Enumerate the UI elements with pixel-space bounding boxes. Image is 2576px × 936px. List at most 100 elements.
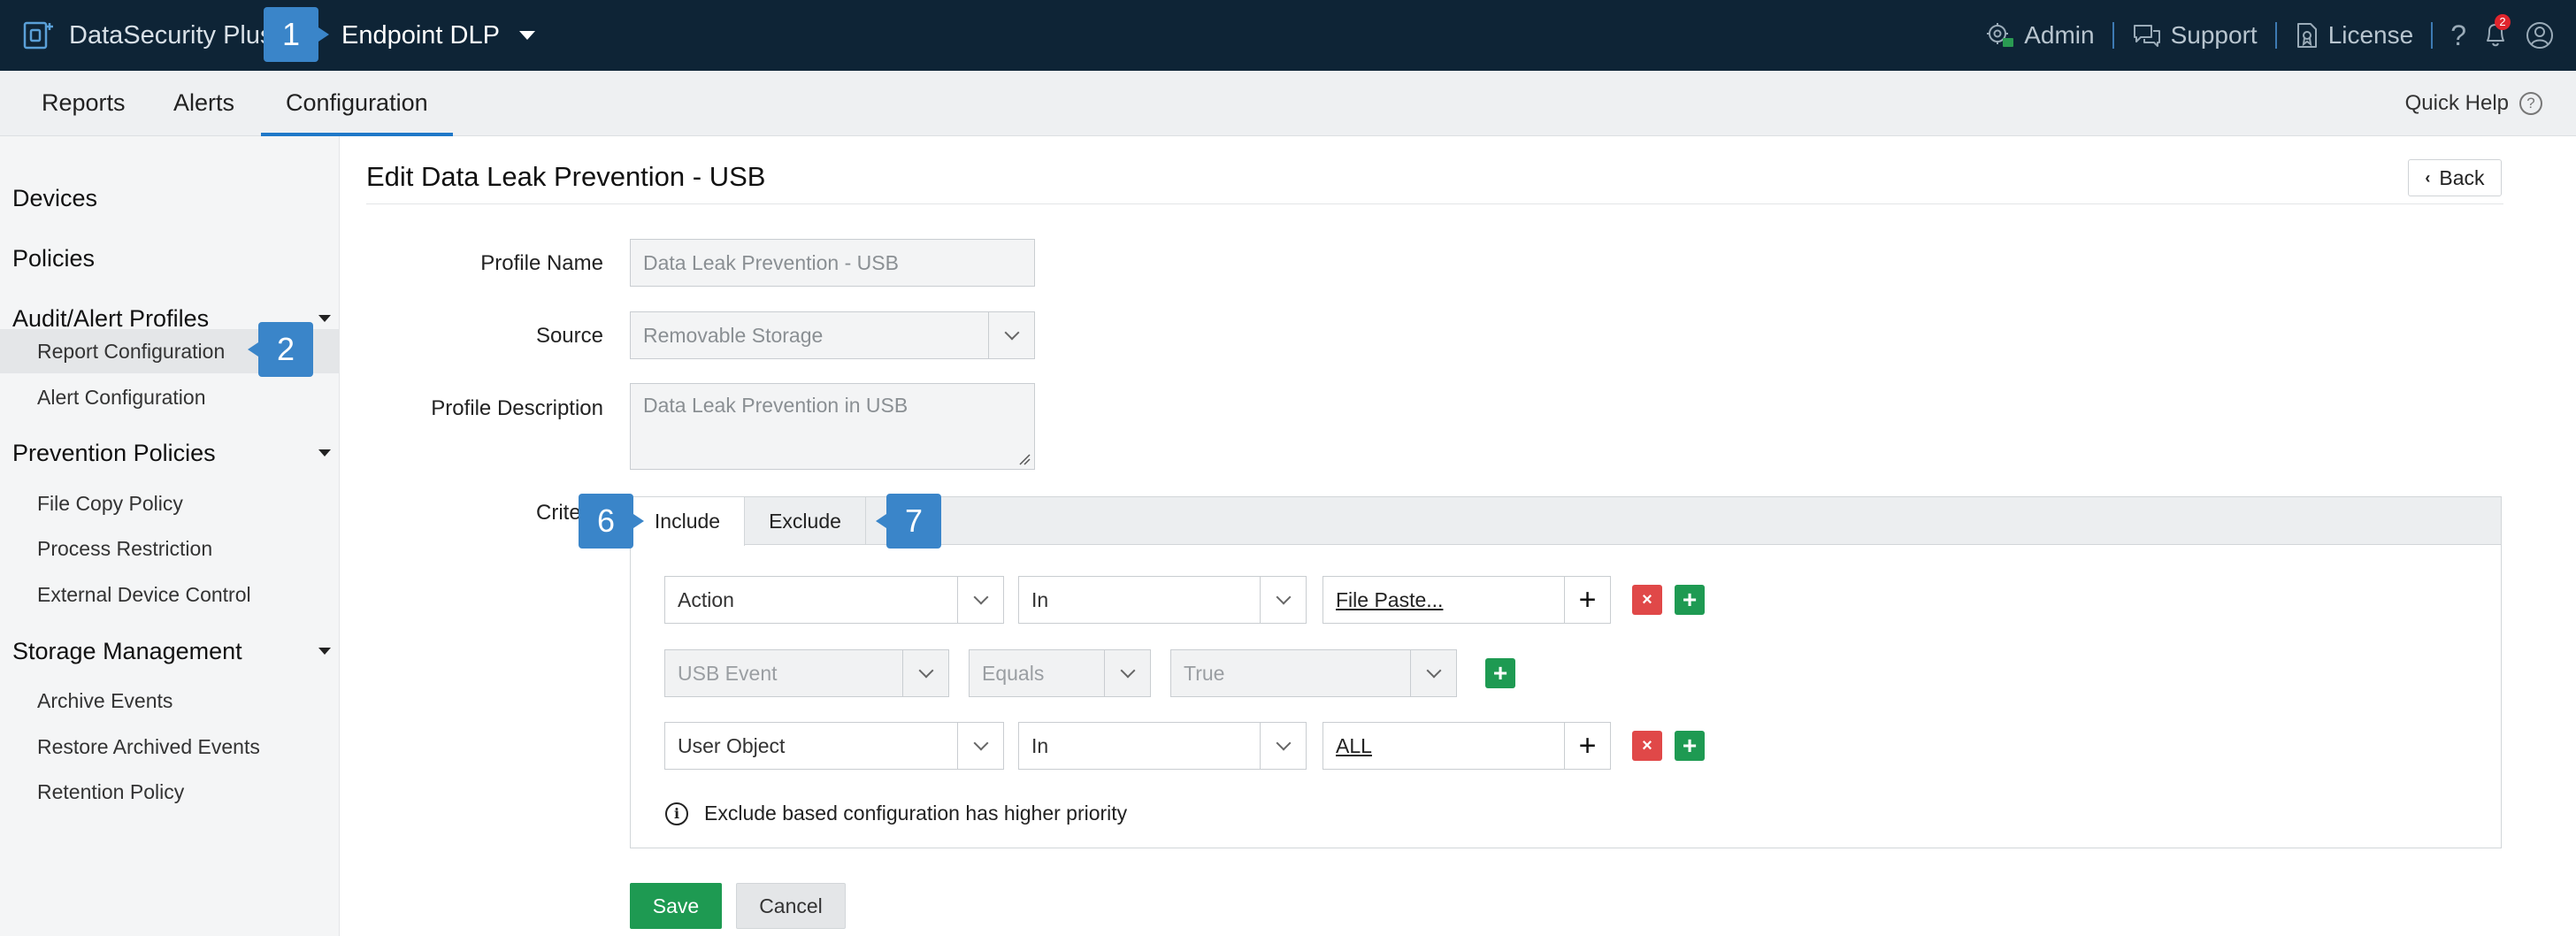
back-label: Back [2439, 165, 2485, 189]
sidebar-item-devices[interactable]: Devices [12, 180, 331, 216]
chevron-down-icon [1276, 735, 1291, 751]
sidebar-section-storage-management[interactable]: Storage Management [12, 633, 331, 669]
help-icon[interactable]: ? [2450, 19, 2466, 52]
chevron-down-icon [1004, 325, 1019, 341]
tab-configuration[interactable]: Configuration [261, 71, 453, 136]
module-switcher[interactable]: Endpoint DLP [341, 12, 535, 58]
product-name: DataSecurity Plus [69, 20, 273, 50]
chat-bubbles-icon [2133, 25, 2160, 47]
dropdown-toggle[interactable] [1260, 723, 1306, 769]
criteria-value-select: True [1170, 649, 1457, 697]
sidebar-item-file-copy-policy[interactable]: File Copy Policy [0, 481, 340, 526]
profile-description-label: Profile Description [431, 396, 603, 420]
sidebar-item-retention-policy[interactable]: Retention Policy [0, 770, 340, 814]
support-link[interactable]: Support [2132, 21, 2258, 50]
source-label: Source [535, 324, 603, 348]
caret-down-icon [318, 315, 331, 322]
sidebar-item-restore-archived-events[interactable]: Restore Archived Events [0, 725, 340, 769]
add-value-plus-icon[interactable]: + [1564, 577, 1610, 623]
remove-row-button[interactable]: × [1632, 585, 1662, 615]
save-button[interactable]: Save [630, 883, 722, 929]
module-name: Endpoint DLP [341, 20, 500, 50]
page-title: Edit Data Leak Prevention - USB [366, 161, 766, 192]
profile-description-field[interactable]: Data Leak Prevention in USB [630, 383, 1035, 470]
user-avatar-icon[interactable] [2525, 20, 2555, 50]
criteria-value-link[interactable]: File Paste... [1336, 588, 1443, 611]
criteria-field-value: Action [678, 588, 734, 611]
caret-down-icon [318, 648, 331, 655]
support-label: Support [2170, 21, 2258, 49]
criteria-operator-select[interactable]: In [1018, 722, 1307, 770]
sidebar: Devices Policies Audit/Alert Profiles Re… [0, 136, 340, 936]
tab-exclude[interactable]: Exclude [745, 497, 866, 545]
criteria-field-value: User Object [678, 734, 786, 757]
sidebar-item-external-device-control[interactable]: External Device Control [0, 572, 340, 617]
license-icon [2296, 23, 2317, 48]
caret-down-icon [518, 31, 535, 40]
sidebar-item-alert-configuration[interactable]: Alert Configuration [0, 375, 340, 419]
tab-alerts[interactable]: Alerts [149, 71, 259, 136]
top-right-links: Admin Support License ? 2 [1985, 12, 2555, 58]
tab-include[interactable]: Include [631, 497, 745, 546]
title-divider [366, 203, 2503, 204]
dropdown-toggle[interactable] [988, 312, 1034, 358]
chevron-left-icon: ‹ [2425, 168, 2431, 187]
criteria-label: Crite [536, 501, 581, 525]
criteria-field-select[interactable]: Action [664, 576, 1004, 624]
notifications-button[interactable]: 2 [2482, 14, 2512, 51]
dropdown-toggle [1410, 650, 1456, 696]
step-badge-7: 7 [876, 494, 941, 549]
criteria-operator-value: Equals [982, 662, 1045, 685]
admin-link[interactable]: Admin [1985, 21, 2095, 50]
chevron-down-icon [1276, 589, 1291, 605]
info-icon: i [665, 802, 688, 825]
remove-row-button[interactable]: × [1632, 731, 1662, 761]
sidebar-item-archive-events[interactable]: Archive Events [0, 679, 340, 723]
sidebar-item-policies[interactable]: Policies [12, 241, 331, 276]
divider [2431, 22, 2434, 49]
step-badge-1: 1 [264, 7, 329, 62]
dropdown-toggle[interactable] [1260, 577, 1306, 623]
quick-help-link[interactable]: Quick Help ? [2405, 71, 2542, 136]
criteria-value-link[interactable]: ALL [1336, 734, 1372, 757]
divider [2274, 22, 2277, 49]
add-row-button[interactable]: + [1675, 731, 1705, 761]
add-row-button[interactable]: + [1485, 658, 1515, 688]
criteria-operator-value: In [1031, 588, 1049, 611]
profile-description-value: Data Leak Prevention in USB [643, 394, 908, 417]
dropdown-toggle[interactable] [957, 577, 1003, 623]
cancel-button[interactable]: Cancel [736, 883, 846, 929]
resize-handle-icon[interactable] [1018, 453, 1031, 465]
back-button[interactable]: ‹ Back [2408, 159, 2502, 196]
sidebar-item-process-restriction[interactable]: Process Restriction [0, 526, 340, 571]
product-brand[interactable]: DataSecurity Plus [21, 12, 273, 58]
license-link[interactable]: License [2295, 21, 2413, 50]
sidebar-section-prevention-policies[interactable]: Prevention Policies [12, 435, 331, 471]
chevron-down-icon [973, 589, 988, 605]
priority-info: i Exclude based configuration has higher… [665, 802, 1127, 825]
profile-name-label: Profile Name [480, 251, 603, 275]
add-value-plus-icon[interactable]: + [1564, 723, 1610, 769]
criteria-operator-select[interactable]: In [1018, 576, 1307, 624]
tab-reports[interactable]: Reports [17, 71, 150, 136]
criteria-field-select[interactable]: User Object [664, 722, 1004, 770]
criteria-field-value: USB Event [678, 662, 778, 685]
dropdown-toggle [1104, 650, 1150, 696]
source-select[interactable]: Removable Storage [630, 311, 1035, 359]
criteria-panel: Include Exclude Action In File Paste... … [630, 496, 2502, 848]
sidebar-section-label: Prevention Policies [12, 440, 216, 466]
admin-label: Admin [2024, 21, 2095, 49]
question-circle-icon: ? [2519, 92, 2542, 115]
criteria-value-field[interactable]: File Paste... + [1322, 576, 1611, 624]
priority-info-text: Exclude based configuration has higher p… [704, 802, 1128, 825]
criteria-operator-select: Equals [969, 649, 1151, 697]
dropdown-toggle[interactable] [957, 723, 1003, 769]
quick-help-label: Quick Help [2404, 91, 2509, 115]
add-row-button[interactable]: + [1675, 585, 1705, 615]
chevron-down-icon [973, 735, 988, 751]
criteria-value-field[interactable]: ALL + [1322, 722, 1611, 770]
chevron-down-icon [1120, 663, 1135, 679]
chevron-down-icon [918, 663, 933, 679]
dropdown-toggle [902, 650, 948, 696]
profile-name-field[interactable]: Data Leak Prevention - USB [630, 239, 1035, 287]
